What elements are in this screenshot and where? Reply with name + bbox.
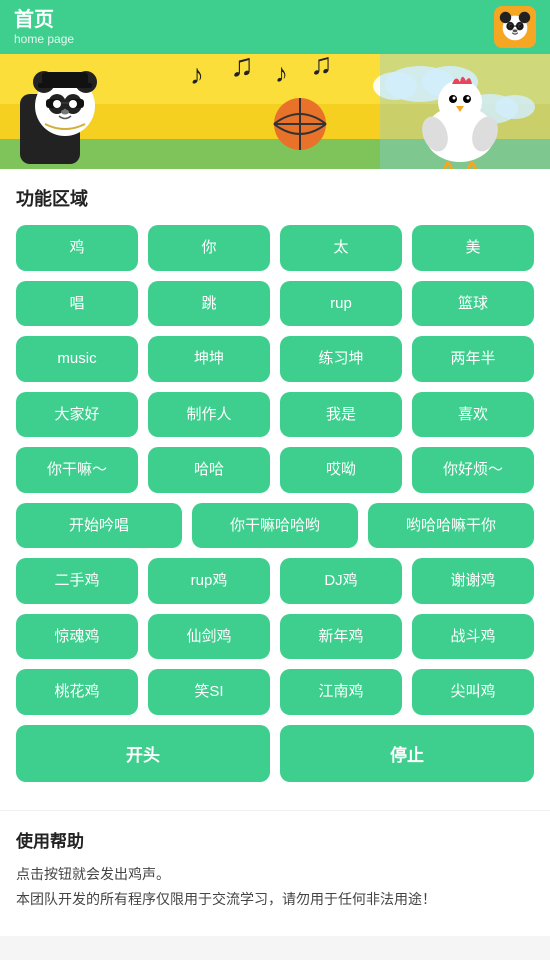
btn-rup[interactable]: rup <box>280 281 402 327</box>
btn-ji[interactable]: 鸡 <box>16 225 138 271</box>
header-left: 首页 home page <box>14 8 74 46</box>
page-subtitle: home page <box>14 32 74 46</box>
main-content: 功能区域 鸡 你 太 美 唱 跳 rup 篮球 music 坤坤 练习坤 两年半… <box>0 169 550 936</box>
svg-text:♫: ♫ <box>230 54 254 83</box>
start-button[interactable]: 开头 <box>16 725 270 782</box>
button-grid-row9: 桃花鸡 笑SI 江南鸡 尖叫鸡 <box>16 669 534 715</box>
btn-lanqiu[interactable]: 篮球 <box>412 281 534 327</box>
btn-zhandou[interactable]: 战斗鸡 <box>412 614 534 660</box>
svg-text:♪: ♪ <box>190 59 204 90</box>
btn-jinghun[interactable]: 惊魂鸡 <box>16 614 138 660</box>
btn-nihaofan[interactable]: 你好烦～ <box>412 447 534 493</box>
btn-aiyou[interactable]: 哎呦 <box>280 447 402 493</box>
banner: ♪ ♫ ♪ ♫ <box>0 54 550 169</box>
panda-avatar <box>494 6 536 48</box>
btn-djji[interactable]: DJ鸡 <box>280 558 402 604</box>
button-grid-row3: music 坤坤 练习坤 两年半 <box>16 336 534 382</box>
action-row: 开头 停止 <box>16 725 534 782</box>
btn-niganma[interactable]: 你干嘛哈哈哟 <box>192 503 358 549</box>
btn-ershouji[interactable]: 二手鸡 <box>16 558 138 604</box>
btn-zhizuoren[interactable]: 制作人 <box>148 392 270 438</box>
btn-dajia[interactable]: 大家好 <box>16 392 138 438</box>
btn-jiangnan[interactable]: 江南鸡 <box>280 669 402 715</box>
btn-xiaosi[interactable]: 笑SI <box>148 669 270 715</box>
button-grid-row5: 你干嘛～ 哈哈 哎呦 你好烦～ <box>16 447 534 493</box>
help-line2: 本团队开发的所有程序仅限用于交流学习，请勿用于任何非法用途！ <box>16 887 534 912</box>
help-section: 使用帮助 点击按钮就会发出鸡声。 本团队开发的所有程序仅限用于交流学习，请勿用于… <box>0 810 550 936</box>
svg-text:♫: ♫ <box>310 54 333 81</box>
btn-tai[interactable]: 太 <box>280 225 402 271</box>
button-grid-row4: 大家好 制作人 我是 喜欢 <box>16 392 534 438</box>
btn-music[interactable]: music <box>16 336 138 382</box>
help-line1: 点击按钮就会发出鸡声。 <box>16 862 534 887</box>
button-grid-row7: 二手鸡 rup鸡 DJ鸡 谢谢鸡 <box>16 558 534 604</box>
function-section: 功能区域 鸡 你 太 美 唱 跳 rup 篮球 music 坤坤 练习坤 两年半… <box>0 169 550 802</box>
btn-rupji[interactable]: rup鸡 <box>148 558 270 604</box>
button-grid-row2: 唱 跳 rup 篮球 <box>16 281 534 327</box>
btn-xie[interactable]: 谢谢鸡 <box>412 558 534 604</box>
button-grid-row1: 鸡 你 太 美 <box>16 225 534 271</box>
btn-mei[interactable]: 美 <box>412 225 534 271</box>
page-title: 首页 <box>14 8 74 32</box>
svg-text:♪: ♪ <box>275 58 288 88</box>
btn-xianjian[interactable]: 仙剑鸡 <box>148 614 270 660</box>
btn-nigan[interactable]: 你干嘛～ <box>16 447 138 493</box>
btn-tiao[interactable]: 跳 <box>148 281 270 327</box>
btn-yohaha[interactable]: 哟哈哈嘛干你 <box>368 503 534 549</box>
btn-xihuan[interactable]: 喜欢 <box>412 392 534 438</box>
btn-kaishi[interactable]: 开始吟唱 <box>16 503 182 549</box>
btn-haha[interactable]: 哈哈 <box>148 447 270 493</box>
stop-button[interactable]: 停止 <box>280 725 534 782</box>
btn-jianjiao[interactable]: 尖叫鸡 <box>412 669 534 715</box>
button-grid-row6: 开始吟唱 你干嘛哈哈哟 哟哈哈嘛干你 <box>16 503 534 549</box>
btn-xinnian[interactable]: 新年鸡 <box>280 614 402 660</box>
function-section-title: 功能区域 <box>16 185 534 211</box>
btn-woshi[interactable]: 我是 <box>280 392 402 438</box>
btn-lianxikun[interactable]: 练习坤 <box>280 336 402 382</box>
header: 首页 home page <box>0 0 550 54</box>
btn-kunkun[interactable]: 坤坤 <box>148 336 270 382</box>
btn-ni[interactable]: 你 <box>148 225 270 271</box>
btn-liangnianbana[interactable]: 两年半 <box>412 336 534 382</box>
button-grid-row8: 惊魂鸡 仙剑鸡 新年鸡 战斗鸡 <box>16 614 534 660</box>
btn-chang[interactable]: 唱 <box>16 281 138 327</box>
help-title: 使用帮助 <box>16 827 534 852</box>
btn-taohua[interactable]: 桃花鸡 <box>16 669 138 715</box>
